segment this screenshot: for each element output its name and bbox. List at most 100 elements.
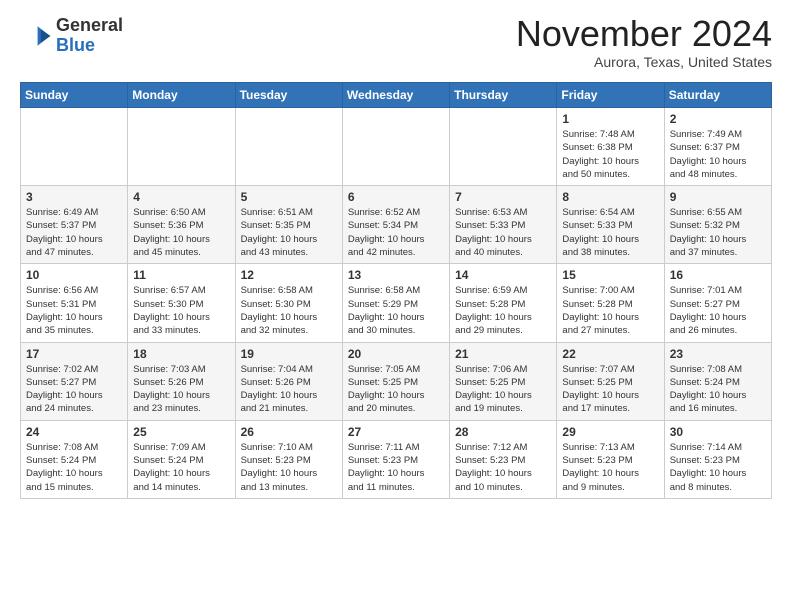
day-info: Sunrise: 7:04 AM Sunset: 5:26 PM Dayligh… [241,363,337,416]
day-number: 28 [455,425,551,439]
logo-icon [20,20,52,52]
day-number: 4 [133,190,229,204]
calendar-cell: 24 Sunrise: 7:08 AM Sunset: 5:24 PM Dayli… [21,420,128,498]
title-block: November 2024 Aurora, Texas, United Stat… [516,16,772,70]
weekday-header-wednesday: Wednesday [342,83,449,108]
calendar-cell: 29Sunrise: 7:13 AM Sunset: 5:23 PM Dayli… [557,420,664,498]
day-info: Sunrise: 6:55 AM Sunset: 5:32 PM Dayligh… [670,206,766,259]
day-number: 20 [348,347,444,361]
calendar-cell: 30 Sunrise: 7:14 AM Sunset: 5:23 PM Dayli… [664,420,771,498]
day-info: Sunrise: 7:10 AM Sunset: 5:23 PM Dayligh… [241,441,337,494]
day-number: 5 [241,190,337,204]
day-info: Sunrise: 7:07 AM Sunset: 5:25 PM Dayligh… [562,363,658,416]
weekday-header-thursday: Thursday [450,83,557,108]
day-number: 21 [455,347,551,361]
calendar-cell: 28Sunrise: 7:12 AM Sunset: 5:23 PM Dayli… [450,420,557,498]
week-row-1: 3 Sunrise: 6:49 AM Sunset: 5:37 PM Daylig… [21,186,772,264]
day-number: 25 [133,425,229,439]
calendar-cell: 14 Sunrise: 6:59 AM Sunset: 5:28 PM Dayli… [450,264,557,342]
day-info: Sunrise: 7:14 AM Sunset: 5:23 PM Dayligh… [670,441,766,494]
day-number: 24 [26,425,122,439]
calendar-cell: 12 Sunrise: 6:58 AM Sunset: 5:30 PM Dayli… [235,264,342,342]
logo-general: General [56,15,123,35]
calendar-cell: 22 Sunrise: 7:07 AM Sunset: 5:25 PM Dayli… [557,342,664,420]
day-number: 22 [562,347,658,361]
day-info: Sunrise: 7:09 AM Sunset: 5:24 PM Dayligh… [133,441,229,494]
calendar-cell: 15 Sunrise: 7:00 AM Sunset: 5:28 PM Dayli… [557,264,664,342]
month-title: November 2024 [516,16,772,52]
calendar-cell: 7 Sunrise: 6:53 AM Sunset: 5:33 PM Daylig… [450,186,557,264]
day-info: Sunrise: 7:08 AM Sunset: 5:24 PM Dayligh… [26,441,122,494]
day-number: 23 [670,347,766,361]
week-row-4: 24 Sunrise: 7:08 AM Sunset: 5:24 PM Dayli… [21,420,772,498]
weekday-header-saturday: Saturday [664,83,771,108]
week-row-0: 1 Sunrise: 7:48 AM Sunset: 6:38 PM Daylig… [21,108,772,186]
weekday-header-friday: Friday [557,83,664,108]
calendar-cell: 17Sunrise: 7:02 AM Sunset: 5:27 PM Dayli… [21,342,128,420]
logo-blue: Blue [56,35,95,55]
day-info: Sunrise: 6:49 AM Sunset: 5:37 PM Dayligh… [26,206,122,259]
day-number: 26 [241,425,337,439]
weekday-header-tuesday: Tuesday [235,83,342,108]
day-number: 11 [133,268,229,282]
day-info: Sunrise: 7:48 AM Sunset: 6:38 PM Dayligh… [562,128,658,181]
day-info: Sunrise: 6:53 AM Sunset: 5:33 PM Dayligh… [455,206,551,259]
calendar-cell: 11Sunrise: 6:57 AM Sunset: 5:30 PM Dayli… [128,264,235,342]
calendar-cell [342,108,449,186]
day-number: 6 [348,190,444,204]
day-info: Sunrise: 7:49 AM Sunset: 6:37 PM Dayligh… [670,128,766,181]
day-number: 27 [348,425,444,439]
weekday-header-row: SundayMondayTuesdayWednesdayThursdayFrid… [21,83,772,108]
day-info: Sunrise: 7:11 AM Sunset: 5:23 PM Dayligh… [348,441,444,494]
day-info: Sunrise: 7:06 AM Sunset: 5:25 PM Dayligh… [455,363,551,416]
day-number: 3 [26,190,122,204]
day-number: 1 [562,112,658,126]
calendar-cell: 4Sunrise: 6:50 AM Sunset: 5:36 PM Daylig… [128,186,235,264]
location: Aurora, Texas, United States [516,54,772,70]
weekday-header-monday: Monday [128,83,235,108]
day-info: Sunrise: 7:08 AM Sunset: 5:24 PM Dayligh… [670,363,766,416]
calendar-cell: 27 Sunrise: 7:11 AM Sunset: 5:23 PM Dayli… [342,420,449,498]
calendar-cell: 23 Sunrise: 7:08 AM Sunset: 5:24 PM Dayli… [664,342,771,420]
calendar-cell: 18Sunrise: 7:03 AM Sunset: 5:26 PM Dayli… [128,342,235,420]
day-info: Sunrise: 7:05 AM Sunset: 5:25 PM Dayligh… [348,363,444,416]
logo-text: General Blue [56,16,123,56]
calendar-cell: 25 Sunrise: 7:09 AM Sunset: 5:24 PM Dayli… [128,420,235,498]
week-row-2: 10Sunrise: 6:56 AM Sunset: 5:31 PM Dayli… [21,264,772,342]
calendar-cell: 8 Sunrise: 6:54 AM Sunset: 5:33 PM Daylig… [557,186,664,264]
calendar-cell: 13Sunrise: 6:58 AM Sunset: 5:29 PM Dayli… [342,264,449,342]
day-number: 16 [670,268,766,282]
day-info: Sunrise: 6:54 AM Sunset: 5:33 PM Dayligh… [562,206,658,259]
calendar-cell: 6Sunrise: 6:52 AM Sunset: 5:34 PM Daylig… [342,186,449,264]
day-number: 9 [670,190,766,204]
weekday-header-sunday: Sunday [21,83,128,108]
calendar-cell [128,108,235,186]
day-number: 7 [455,190,551,204]
day-number: 2 [670,112,766,126]
day-info: Sunrise: 6:51 AM Sunset: 5:35 PM Dayligh… [241,206,337,259]
day-number: 14 [455,268,551,282]
calendar-cell: 5 Sunrise: 6:51 AM Sunset: 5:35 PM Daylig… [235,186,342,264]
calendar-cell: 20 Sunrise: 7:05 AM Sunset: 5:25 PM Dayli… [342,342,449,420]
day-number: 15 [562,268,658,282]
week-row-3: 17Sunrise: 7:02 AM Sunset: 5:27 PM Dayli… [21,342,772,420]
calendar-cell: 19Sunrise: 7:04 AM Sunset: 5:26 PM Dayli… [235,342,342,420]
calendar-cell [21,108,128,186]
day-info: Sunrise: 7:00 AM Sunset: 5:28 PM Dayligh… [562,284,658,337]
day-number: 12 [241,268,337,282]
calendar-cell: 10Sunrise: 6:56 AM Sunset: 5:31 PM Dayli… [21,264,128,342]
day-info: Sunrise: 6:59 AM Sunset: 5:28 PM Dayligh… [455,284,551,337]
page: General Blue November 2024 Aurora, Texas… [0,0,792,519]
day-info: Sunrise: 6:58 AM Sunset: 5:30 PM Dayligh… [241,284,337,337]
day-number: 30 [670,425,766,439]
day-number: 18 [133,347,229,361]
day-info: Sunrise: 6:58 AM Sunset: 5:29 PM Dayligh… [348,284,444,337]
calendar-cell: 16Sunrise: 7:01 AM Sunset: 5:27 PM Dayli… [664,264,771,342]
calendar-cell [235,108,342,186]
header: General Blue November 2024 Aurora, Texas… [20,16,772,70]
day-number: 8 [562,190,658,204]
calendar-cell: 3 Sunrise: 6:49 AM Sunset: 5:37 PM Daylig… [21,186,128,264]
day-number: 17 [26,347,122,361]
day-info: Sunrise: 7:13 AM Sunset: 5:23 PM Dayligh… [562,441,658,494]
logo: General Blue [20,16,123,56]
